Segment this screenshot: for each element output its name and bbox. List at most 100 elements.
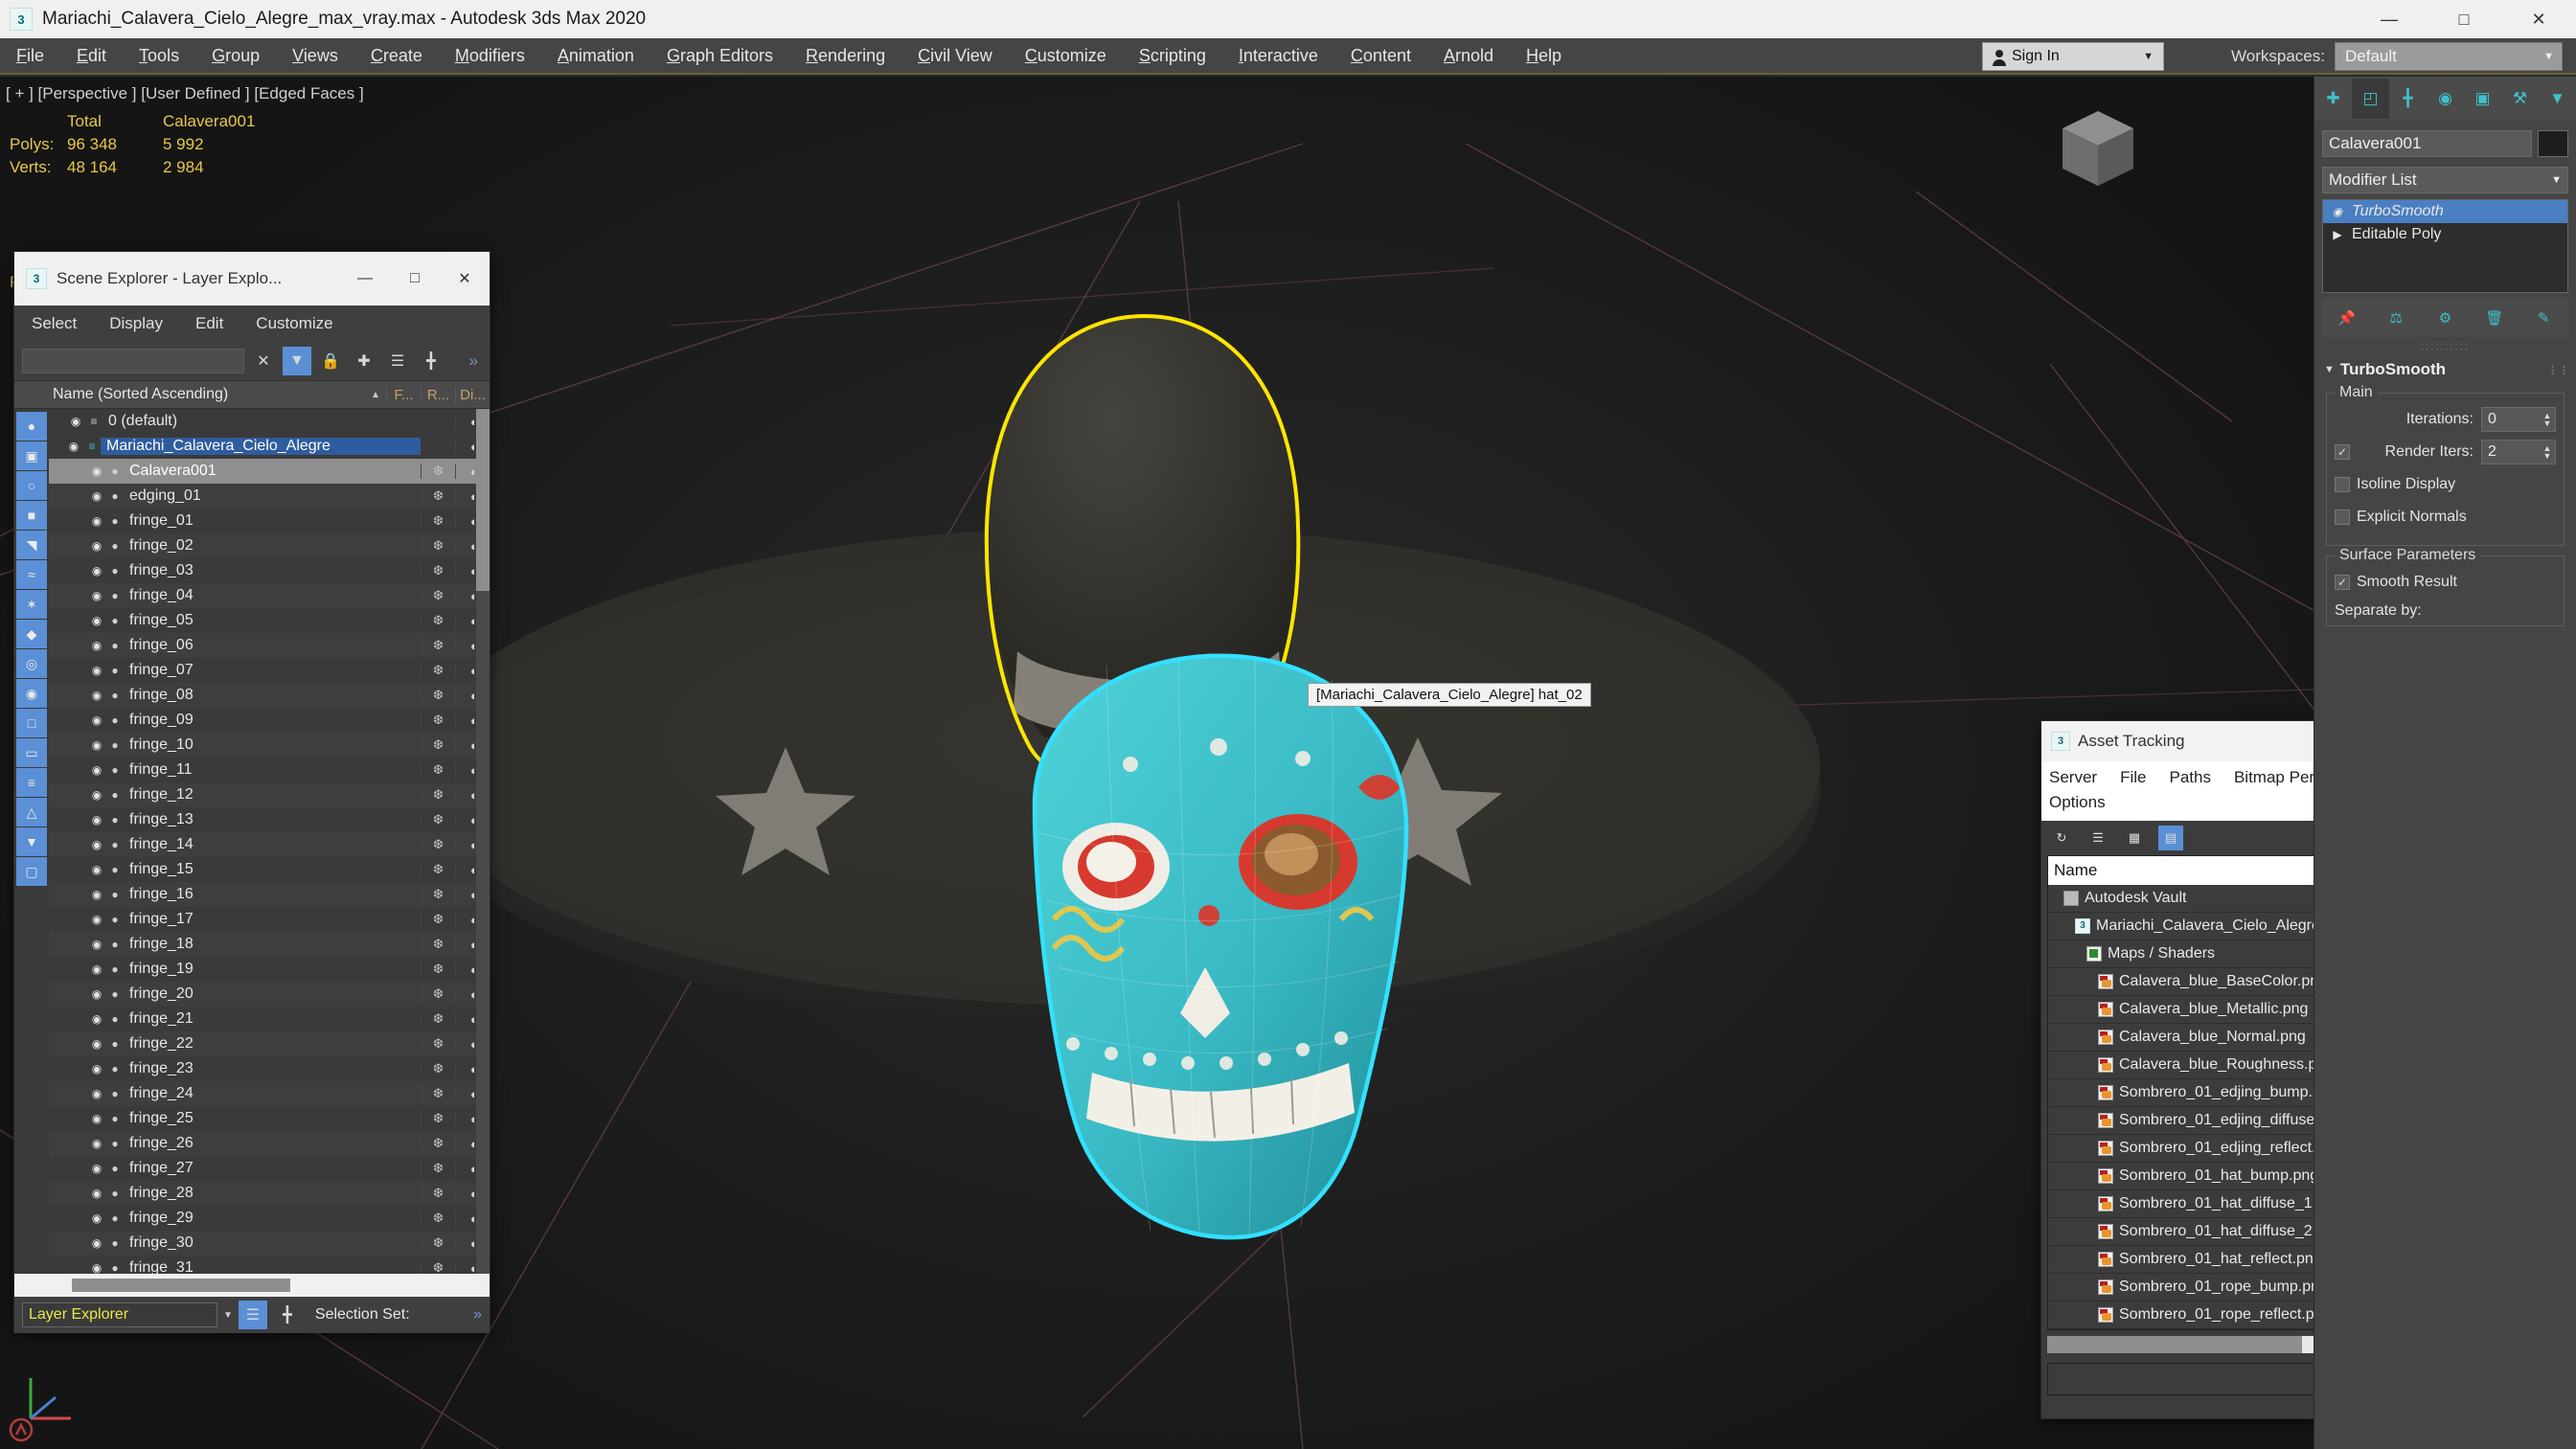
geometry-icon[interactable]: ▣ (16, 441, 47, 470)
freeze-snowflake-icon[interactable]: ❆ (421, 812, 455, 827)
freeze-snowflake-icon[interactable]: ❆ (421, 1136, 455, 1151)
configure-sets-icon[interactable]: ✎ (2527, 303, 2560, 333)
freeze-snowflake-icon[interactable]: ❆ (421, 1061, 455, 1076)
eye-icon[interactable]: ◉ (87, 614, 106, 627)
modifier-stack[interactable]: ◉ TurboSmooth ▶ Editable Poly (2322, 199, 2568, 293)
object-row[interactable]: ◉ ● fringe_23 ❆ ◖ (49, 1056, 490, 1081)
smooth-result-checkbox[interactable]: ✓ (2335, 575, 2350, 590)
object-row[interactable]: ◉ ● fringe_29 ❆ ◖ (49, 1206, 490, 1231)
modifier-stack-item[interactable]: ◉ TurboSmooth (2323, 200, 2567, 223)
refresh-icon[interactable]: ↻ (2049, 826, 2074, 850)
turbosmooth-rollout[interactable]: ▼ TurboSmooth ⋮⋮ Main Iterations: 0 ▲ ▼ ✓… (2320, 356, 2570, 626)
object-row[interactable]: ◉ ● fringe_31 ❆ ◖ (49, 1256, 490, 1274)
explorer-mode-combo[interactable]: Layer Explorer (22, 1302, 217, 1327)
menu-item-tools[interactable]: Tools (123, 38, 195, 73)
scene-explorer-hscrollbar[interactable] (14, 1274, 490, 1297)
object-row[interactable]: ◉ ● fringe_13 ❆ ◖ (49, 807, 490, 832)
filter-funnel-icon[interactable]: ▼ (16, 827, 47, 856)
eye-icon[interactable]: ◉ (87, 863, 106, 876)
freeze-snowflake-icon[interactable]: ❆ (421, 588, 455, 603)
freeze-snowflake-icon[interactable]: ❆ (421, 663, 455, 678)
freeze-snowflake-icon[interactable]: ❆ (421, 1235, 455, 1251)
command-panel[interactable]: ✚ ◰ ╋ ◉ ▣ ⚒ ▼ Calavera001 Modifier List … (2314, 77, 2576, 1449)
helper-icon[interactable]: ◥ (16, 531, 47, 559)
menu-item-arnold[interactable]: Arnold (1427, 38, 1510, 73)
maximize-icon[interactable]: □ (2427, 0, 2501, 38)
eye-icon[interactable]: ◉ (87, 664, 106, 677)
eye-icon[interactable]: ◉ (87, 1187, 106, 1200)
render-iters-spinner[interactable]: 2 ▲ ▼ (2481, 440, 2556, 464)
eye-icon[interactable]: ◉ (87, 813, 106, 826)
freeze-snowflake-icon[interactable]: ❆ (421, 1111, 455, 1126)
object-row[interactable]: ◉ ● fringe_09 ❆ ◖ (49, 708, 490, 733)
clear-search-icon[interactable]: ✕ (249, 347, 278, 375)
pin-stack-icon[interactable]: 📌 (2331, 303, 2363, 333)
scene-explorer-window[interactable]: 3 Scene Explorer - Layer Explo... — □ ✕ … (13, 251, 490, 1333)
se-menu-select[interactable]: Select (32, 314, 77, 333)
freeze-snowflake-icon[interactable]: ❆ (421, 1211, 455, 1226)
freeze-snowflake-icon[interactable]: ❆ (421, 488, 455, 504)
chevron-down-icon[interactable]: ▼ (2143, 51, 2154, 62)
eye-icon[interactable]: ◉ (87, 713, 106, 727)
eye-icon[interactable]: ◉ (87, 1087, 106, 1100)
lock-icon[interactable]: 🔒 (316, 347, 345, 375)
motion-tab[interactable]: ◉ (2427, 79, 2464, 119)
footer-overflow-icon[interactable]: » (473, 1306, 482, 1324)
spinner-arrows-icon[interactable]: ▲ ▼ (2540, 444, 2555, 461)
eye-icon[interactable]: ◉ (87, 738, 106, 752)
menu-item-file[interactable]: File (0, 38, 60, 73)
eye-icon[interactable]: ◉ (87, 539, 106, 553)
freeze-snowflake-icon[interactable]: ❆ (421, 937, 455, 952)
menu-item-edit[interactable]: Edit (60, 38, 123, 73)
object-row[interactable]: ◉ ● fringe_30 ❆ ◖ (49, 1231, 490, 1256)
eye-icon[interactable]: ◉ (87, 689, 106, 702)
eye-icon[interactable]: ◉ (66, 415, 85, 428)
se-menu-display[interactable]: Display (109, 314, 163, 333)
menu-item-group[interactable]: Group (195, 38, 276, 73)
eye-icon[interactable]: ◉ (87, 1261, 106, 1274)
remove-modifier-icon[interactable]: 🗑 (2478, 303, 2511, 333)
eye-icon[interactable]: ◉ (87, 763, 106, 777)
object-color-swatch[interactable] (2538, 130, 2568, 157)
eye-icon[interactable]: ◉ (87, 1162, 106, 1175)
freeze-snowflake-icon[interactable]: ❆ (421, 638, 455, 653)
eye-icon[interactable]: ◉ (87, 788, 106, 802)
frozen-icon[interactable]: □ (16, 709, 47, 737)
freeze-snowflake-icon[interactable]: ❆ (421, 688, 455, 703)
menu-item-rendering[interactable]: Rendering (789, 38, 901, 73)
freeze-snowflake-icon[interactable]: ❆ (421, 563, 455, 578)
chevron-down-icon[interactable]: ▼ (223, 1310, 233, 1321)
filter-icon[interactable]: ▼ (283, 347, 311, 375)
at-menu-server[interactable]: Server (2049, 765, 2097, 790)
maximize-icon[interactable]: □ (390, 252, 440, 306)
object-row[interactable]: ◉ ● fringe_21 ❆ ◖ (49, 1007, 490, 1031)
cone-icon[interactable]: △ (16, 798, 47, 826)
eye-icon[interactable]: ◉ (87, 987, 106, 1001)
eye-icon[interactable]: ◉ (87, 514, 106, 528)
freeze-snowflake-icon[interactable]: ❆ (421, 1161, 455, 1176)
object-row[interactable]: ◉ ● fringe_08 ❆ ◖ (49, 683, 490, 708)
object-row[interactable]: ◉ ● fringe_11 ❆ ◖ (49, 758, 490, 782)
hidden-icon[interactable]: ◉ (16, 679, 47, 708)
eye-icon[interactable]: ◉ (87, 564, 106, 577)
freeze-snowflake-icon[interactable]: ❆ (421, 464, 455, 479)
show-end-result-icon[interactable]: ⚖ (2380, 303, 2412, 333)
box-icon[interactable]: ▭ (16, 738, 47, 767)
object-name-field[interactable]: Calavera001 (2322, 130, 2532, 157)
freeze-snowflake-icon[interactable]: ❆ (421, 986, 455, 1002)
column-header-frozen[interactable]: F... (386, 386, 421, 403)
object-row[interactable]: ◉ ● fringe_10 ❆ ◖ (49, 733, 490, 758)
object-row[interactable]: ◉ ● fringe_05 ❆ ◖ (49, 608, 490, 633)
freeze-snowflake-icon[interactable]: ❆ (421, 862, 455, 877)
container-icon[interactable]: ▢ (16, 857, 47, 886)
object-row[interactable]: ◉ ● fringe_02 ❆ ◖ (49, 533, 490, 558)
modifier-list-dropdown[interactable]: Modifier List ▼ (2322, 167, 2568, 193)
list-icon[interactable]: ≡ (16, 768, 47, 797)
menu-item-animation[interactable]: Animation (541, 38, 650, 73)
rollout-header[interactable]: ▼ TurboSmooth ⋮⋮ (2320, 356, 2570, 383)
object-row[interactable]: ◉ ● fringe_16 ❆ ◖ (49, 882, 490, 907)
group-icon[interactable]: ◆ (16, 620, 47, 648)
at-menu-file[interactable]: File (2120, 765, 2146, 790)
column-header-display[interactable]: Di... (455, 386, 490, 403)
eye-icon[interactable]: ◉ (87, 913, 106, 926)
